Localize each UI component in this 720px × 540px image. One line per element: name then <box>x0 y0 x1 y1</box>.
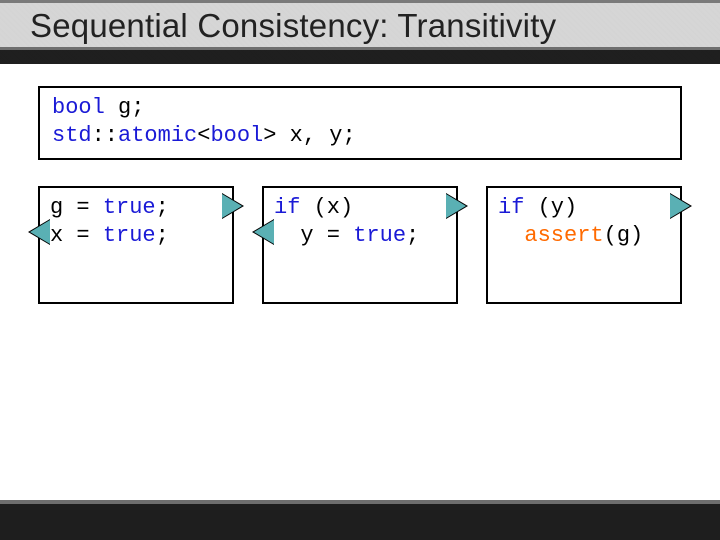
decl-vars: x, y; <box>276 123 355 148</box>
literal-true: true <box>103 223 156 248</box>
literal-true: true <box>353 223 406 248</box>
thread-box-3: if (y) assert(g) <box>486 186 682 304</box>
code-text: (g) <box>604 223 644 248</box>
code-text: (x) <box>300 195 353 220</box>
keyword-bool: bool <box>52 95 105 120</box>
code-text: x = <box>50 223 103 248</box>
literal-true: true <box>103 195 156 220</box>
function-assert: assert <box>524 223 603 248</box>
thread-box-1: g = true; x = true; <box>38 186 234 304</box>
arrow-right-icon <box>446 194 466 218</box>
decl-text: g; <box>105 95 145 120</box>
code-text: ; <box>406 223 419 248</box>
slide-content: bool g; std::atomic<bool> x, y; g = true… <box>0 64 720 500</box>
keyword-if: if <box>274 195 300 220</box>
keyword-if: if <box>498 195 524 220</box>
code-indent <box>274 223 300 248</box>
arrow-right-icon <box>670 194 690 218</box>
code-text: (y) <box>524 195 577 220</box>
decl-angle-open: < <box>197 123 210 148</box>
footer-band <box>0 500 720 540</box>
arrow-right-icon <box>222 194 242 218</box>
slide-title: Sequential Consistency: Transitivity <box>30 7 690 45</box>
title-band: Sequential Consistency: Transitivity <box>0 0 720 64</box>
decl-colons: :: <box>92 123 118 148</box>
thread-row: g = true; x = true; if (x) y = true; if … <box>38 186 682 304</box>
declarations-box: bool g; std::atomic<bool> x, y; <box>38 86 682 160</box>
code-indent <box>498 223 524 248</box>
arrow-left-icon <box>30 220 50 244</box>
keyword-atomic: atomic <box>118 123 197 148</box>
type-param-bool: bool <box>210 123 263 148</box>
code-text: ; <box>156 195 169 220</box>
thread-box-2: if (x) y = true; <box>262 186 458 304</box>
arrow-left-icon <box>254 220 274 244</box>
decl-angle-close: > <box>263 123 276 148</box>
namespace-std: std <box>52 123 92 148</box>
code-text: y = <box>300 223 353 248</box>
code-text: ; <box>156 223 169 248</box>
code-text: g = <box>50 195 103 220</box>
